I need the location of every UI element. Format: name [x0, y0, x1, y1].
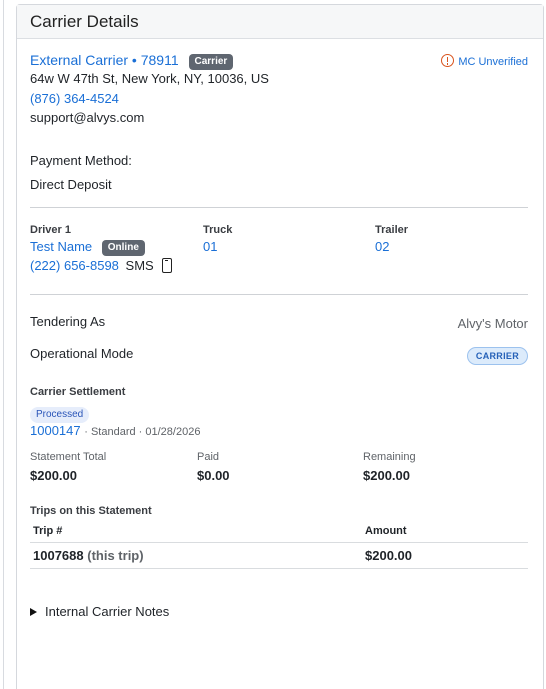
settlement-status-badge: Processed	[30, 407, 90, 423]
settlement-number-row: 1000147 · Standard · 01/28/2026	[30, 423, 200, 438]
settlement-meta: · Standard · 01/28/2026	[84, 426, 201, 438]
paid-label: Paid	[197, 451, 220, 463]
mobile-phone-icon[interactable]	[162, 258, 173, 273]
carrier-name-link[interactable]: External Carrier • 78911	[30, 52, 179, 68]
table-header-divider	[30, 542, 528, 543]
carrier-email: support@alvys.com	[30, 110, 145, 125]
table-row-divider	[30, 568, 528, 569]
driver-phone-link[interactable]: (222) 656-8598	[30, 258, 119, 273]
payment-method-value: Direct Deposit	[30, 177, 112, 192]
carrier-type-badge: Carrier	[188, 54, 234, 70]
driver-name-row: Test Name Online	[30, 239, 145, 256]
trip-number: 1007688	[33, 548, 84, 563]
carrier-name-row: External Carrier • 78911 Carrier	[30, 52, 234, 70]
operational-mode-value: CARRIER	[466, 347, 528, 365]
carrier-address: 64w W 47th St, New York, NY, 10036, US	[30, 71, 269, 86]
paid-value: $0.00	[197, 468, 230, 483]
table-row: 1007688 (this trip)	[33, 548, 144, 563]
mc-status[interactable]: MC Unverified	[441, 54, 528, 68]
carrier-details-panel: Carrier Details External Carrier • 78911…	[16, 4, 544, 689]
settlement-label: Carrier Settlement	[30, 386, 126, 398]
warning-circle-icon	[441, 54, 455, 67]
divider	[30, 207, 528, 208]
driver-name-link[interactable]: Test Name	[30, 239, 92, 254]
remaining-label: Remaining	[363, 451, 416, 463]
internal-notes-toggle[interactable]: Internal Carrier Notes	[30, 604, 169, 619]
settlement-number-link[interactable]: 1000147	[30, 423, 81, 438]
trip-amount: $200.00	[365, 548, 412, 563]
payment-method-label: Payment Method:	[30, 153, 132, 168]
truck-label: Truck	[203, 224, 233, 236]
operational-mode-badge: CARRIER	[466, 346, 528, 365]
statement-total-value: $200.00	[30, 468, 77, 483]
divider	[30, 294, 528, 295]
trailer-link[interactable]: 02	[375, 239, 389, 254]
internal-notes-label: Internal Carrier Notes	[45, 604, 170, 619]
amount-header: Amount	[365, 525, 407, 537]
tendering-value: Alvy's Motor	[457, 316, 528, 331]
settlement-status: Processed	[30, 404, 90, 423]
mc-status-label: MC Unverified	[458, 56, 528, 68]
trips-label: Trips on this Statement	[30, 505, 152, 517]
remaining-value: $200.00	[363, 468, 410, 483]
trailer-label: Trailer	[375, 224, 409, 236]
carrier-phone-link[interactable]: (876) 364-4524	[30, 91, 119, 106]
driver-label: Driver 1	[30, 224, 71, 236]
statement-total-label: Statement Total	[30, 451, 107, 463]
operational-mode-label: Operational Mode	[30, 346, 134, 361]
driver-status-badge: Online	[101, 240, 145, 256]
tendering-label: Tendering As	[30, 314, 106, 329]
trip-note: (this trip)	[87, 548, 144, 563]
trip-number-header: Trip #	[33, 525, 63, 537]
driver-sms-label: SMS	[125, 258, 154, 273]
driver-phone-row: (222) 656-8598 SMS	[30, 258, 173, 273]
panel-title: Carrier Details	[17, 5, 543, 39]
truck-link[interactable]: 01	[203, 239, 217, 254]
left-panel-edge	[0, 0, 4, 689]
triangle-right-icon	[30, 608, 37, 616]
